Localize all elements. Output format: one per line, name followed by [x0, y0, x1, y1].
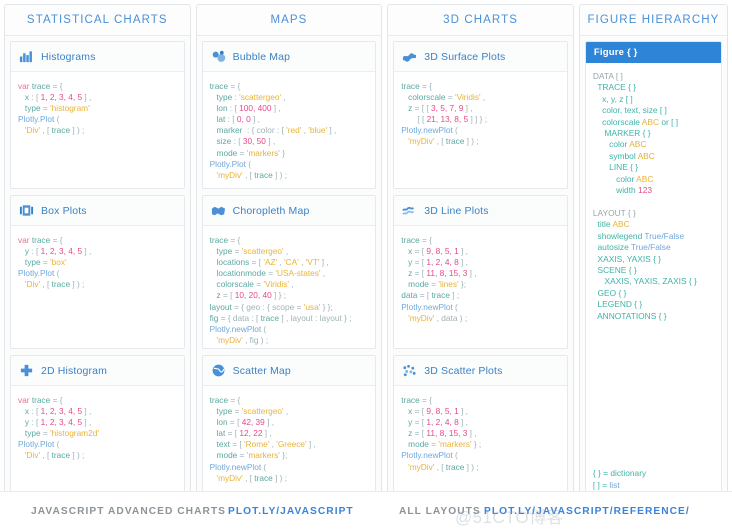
line-plot-3d-icon [402, 206, 415, 215]
card-title: Scatter Map [232, 364, 291, 377]
card-header: Scatter Map [202, 356, 376, 386]
card-title: 3D Scatter Plots [424, 364, 503, 377]
column-title: FIGURE HIERARCHY [579, 5, 727, 36]
card-choropleth-map[interactable]: Choropleth Map trace = { type = 'scatter… [201, 195, 377, 349]
footer-label-javascript-advanced-charts: JAVASCRIPT ADVANCED CHARTS [31, 505, 227, 517]
card-bubble-map[interactable]: Bubble Map trace = { type : 'scattergeo'… [201, 41, 377, 189]
column-title: 3D CHARTS [388, 5, 573, 36]
column-figure-hierarchy: FIGURE HIERARCHY Figure { } DATA [ ] TRA… [578, 4, 728, 530]
footer-link-plotly-reference[interactable]: PLOT.LY/JAVASCRIPT/REFERENCE/ [484, 506, 690, 517]
code-block: trace = { type : 'scattergeo' , lon : [ … [209, 81, 337, 180]
card-3d-line-plots[interactable]: 3D Line Plots trace = { x = [ 9, 8, 5, 1… [393, 195, 568, 349]
bubble-map-icon [212, 50, 225, 62]
card-histograms[interactable]: Histograms var trace = { x : [ 1, 2, 3, … [10, 41, 185, 189]
column-body: 3D Surface Plots trace = { colorscale = … [388, 36, 573, 529]
code-block: trace = { colorscale = 'Viridis' , z = [… [401, 81, 488, 147]
card-3d-surface-plots[interactable]: 3D Surface Plots trace = { colorscale = … [393, 41, 568, 189]
code-block: trace = { x = [ 9, 8, 5, 1 ] , y = [ 1, … [401, 395, 482, 472]
card-header: Histograms [11, 42, 184, 72]
footer-link-plotly-javascript[interactable]: PLOT.LY/JAVASCRIPT [228, 506, 354, 517]
card-title: Choropleth Map [232, 204, 310, 217]
column-title: MAPS [196, 5, 382, 36]
cheatsheet-page: STATISTICAL CHARTS Histograms var trace … [0, 0, 732, 530]
column-statistical-charts: STATISTICAL CHARTS Histograms var trace … [4, 4, 191, 530]
code-block: var trace = { x : [ 1, 2, 3, 4, 5 ] , ty… [18, 81, 92, 136]
code-block: trace = { x = [ 9, 8, 5, 1 ] , y = [ 1, … [401, 235, 477, 323]
scatter-map-icon [212, 364, 225, 377]
scatter-plot-3d-icon [403, 364, 416, 377]
card-title: 3D Line Plots [424, 204, 489, 217]
card-header: Bubble Map [202, 42, 376, 72]
figure-hierarchy-card: Figure { } DATA [ ] TRACE { } x, y, z [ … [584, 41, 722, 523]
column-body: Figure { } DATA [ ] TRACE { } x, y, z [ … [580, 36, 727, 529]
card-2d-histogram[interactable]: 2D Histogram var trace = { x : [ 1, 2, 3… [10, 355, 185, 503]
card-scatter-map[interactable]: Scatter Map trace = { type = 'scattergeo… [201, 355, 377, 503]
card-header: 2D Histogram [11, 356, 184, 386]
code-block: trace = { type = 'scattergeo' , location… [209, 235, 352, 345]
column-maps: MAPS Bubble Map trace = { type : 'scatte… [195, 4, 383, 530]
card-3d-scatter-plots[interactable]: 3D Scatter Plots trace = { x = [ 9, 8, 5… [393, 355, 568, 503]
code-block: var trace = { y : [ 1, 2, 3, 4, 5 ] , ty… [18, 235, 92, 290]
box-plot-icon [19, 205, 34, 216]
histogram2d-icon [20, 364, 33, 377]
figure-bar: Figure { } [585, 42, 721, 63]
card-header: Box Plots [11, 196, 184, 226]
footer-label-all-layouts: ALL LAYOUTS [399, 505, 481, 517]
card-title: 2D Histogram [41, 364, 107, 377]
card-header: 3D Line Plots [394, 196, 567, 226]
choropleth-map-icon [211, 206, 225, 216]
card-title: Box Plots [41, 204, 87, 217]
card-header: 3D Surface Plots [394, 42, 567, 72]
column-title: STATISTICAL CHARTS [5, 5, 190, 36]
column-body: Histograms var trace = { x : [ 1, 2, 3, … [5, 36, 190, 529]
footer: JAVASCRIPT ADVANCED CHARTS PLOT.LY/JAVAS… [0, 492, 732, 530]
card-title: Histograms [41, 50, 96, 63]
code-block: var trace = { x : [ 1, 2, 3, 4, 5 ] , y … [18, 395, 99, 461]
column-body: Bubble Map trace = { type : 'scattergeo'… [197, 36, 382, 529]
surface-plot-icon [403, 53, 417, 62]
card-header: Choropleth Map [202, 196, 376, 226]
column-3d-charts: 3D CHARTS 3D Surface Plots trace = { col… [387, 4, 574, 530]
code-block: trace = { type = 'scattergeo' , lon = [ … [209, 395, 316, 483]
card-title: Bubble Map [232, 50, 291, 63]
card-title: 3D Surface Plots [424, 50, 506, 63]
bar-chart-icon [19, 51, 32, 63]
hierarchy-tree: DATA [ ] TRACE { } x, y, z [ ] color, te… [592, 71, 697, 321]
card-header: 3D Scatter Plots [394, 356, 567, 386]
card-box-plots[interactable]: Box Plots var trace = { y : [ 1, 2, 3, 4… [10, 195, 185, 349]
